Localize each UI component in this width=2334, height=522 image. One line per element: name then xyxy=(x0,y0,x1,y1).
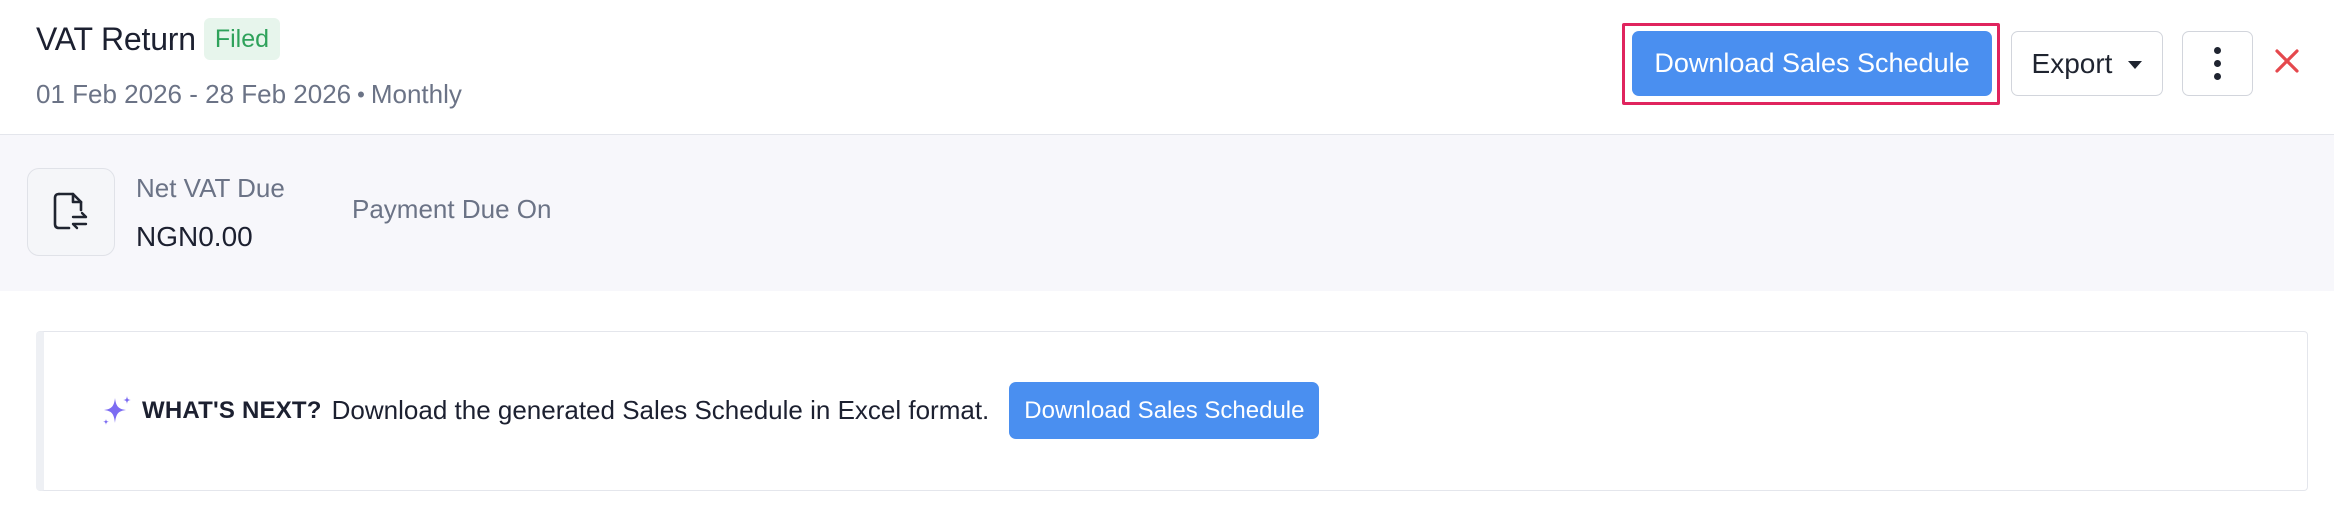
close-button[interactable] xyxy=(2270,44,2304,78)
export-dropdown-button[interactable]: Export xyxy=(2011,31,2163,96)
title-row: VAT Return Filed xyxy=(36,18,281,60)
status-badge: Filed xyxy=(203,18,281,60)
filing-frequency: Monthly xyxy=(370,79,462,109)
download-sales-schedule-button[interactable]: Download Sales Schedule xyxy=(1632,31,1992,96)
sparkle-icon xyxy=(103,395,131,425)
vertical-dots-icon xyxy=(2214,60,2221,67)
whats-next-card: WHAT'S NEXT? Download the generated Sale… xyxy=(36,331,2308,491)
download-sales-schedule-secondary-button[interactable]: Download Sales Schedule xyxy=(1009,382,1320,439)
net-vat-label: Net VAT Due xyxy=(136,173,285,203)
export-label: Export xyxy=(2031,47,2113,79)
whats-next-text: Download the generated Sales Schedule in… xyxy=(331,395,990,425)
vat-summary-strip: Net VAT Due NGN0.00 Payment Due On xyxy=(0,135,2334,291)
net-vat-value: NGN0.00 xyxy=(136,221,253,252)
separator-dot: • xyxy=(357,81,365,107)
whats-next-row: WHAT'S NEXT? Download the generated Sale… xyxy=(100,382,1320,439)
page-title: VAT Return xyxy=(36,20,196,57)
more-options-button[interactable] xyxy=(2182,31,2253,96)
whats-next-heading: WHAT'S NEXT? xyxy=(142,396,322,424)
vat-return-page: VAT Return Filed 01 Feb 2026 - 28 Feb 20… xyxy=(0,0,2334,522)
payment-due-label: Payment Due On xyxy=(352,194,552,224)
vertical-dots-icon xyxy=(2214,47,2221,54)
page-header: VAT Return Filed 01 Feb 2026 - 28 Feb 20… xyxy=(0,0,2334,135)
vertical-dots-icon xyxy=(2214,73,2221,80)
caret-down-icon xyxy=(2128,60,2143,69)
return-period: 01 Feb 2026 - 28 Feb 2026 • Monthly xyxy=(36,79,462,110)
period-range: 01 Feb 2026 - 28 Feb 2026 xyxy=(36,79,352,109)
document-exchange-icon xyxy=(53,192,88,230)
document-icon-box xyxy=(27,168,115,256)
close-icon xyxy=(2275,49,2299,73)
